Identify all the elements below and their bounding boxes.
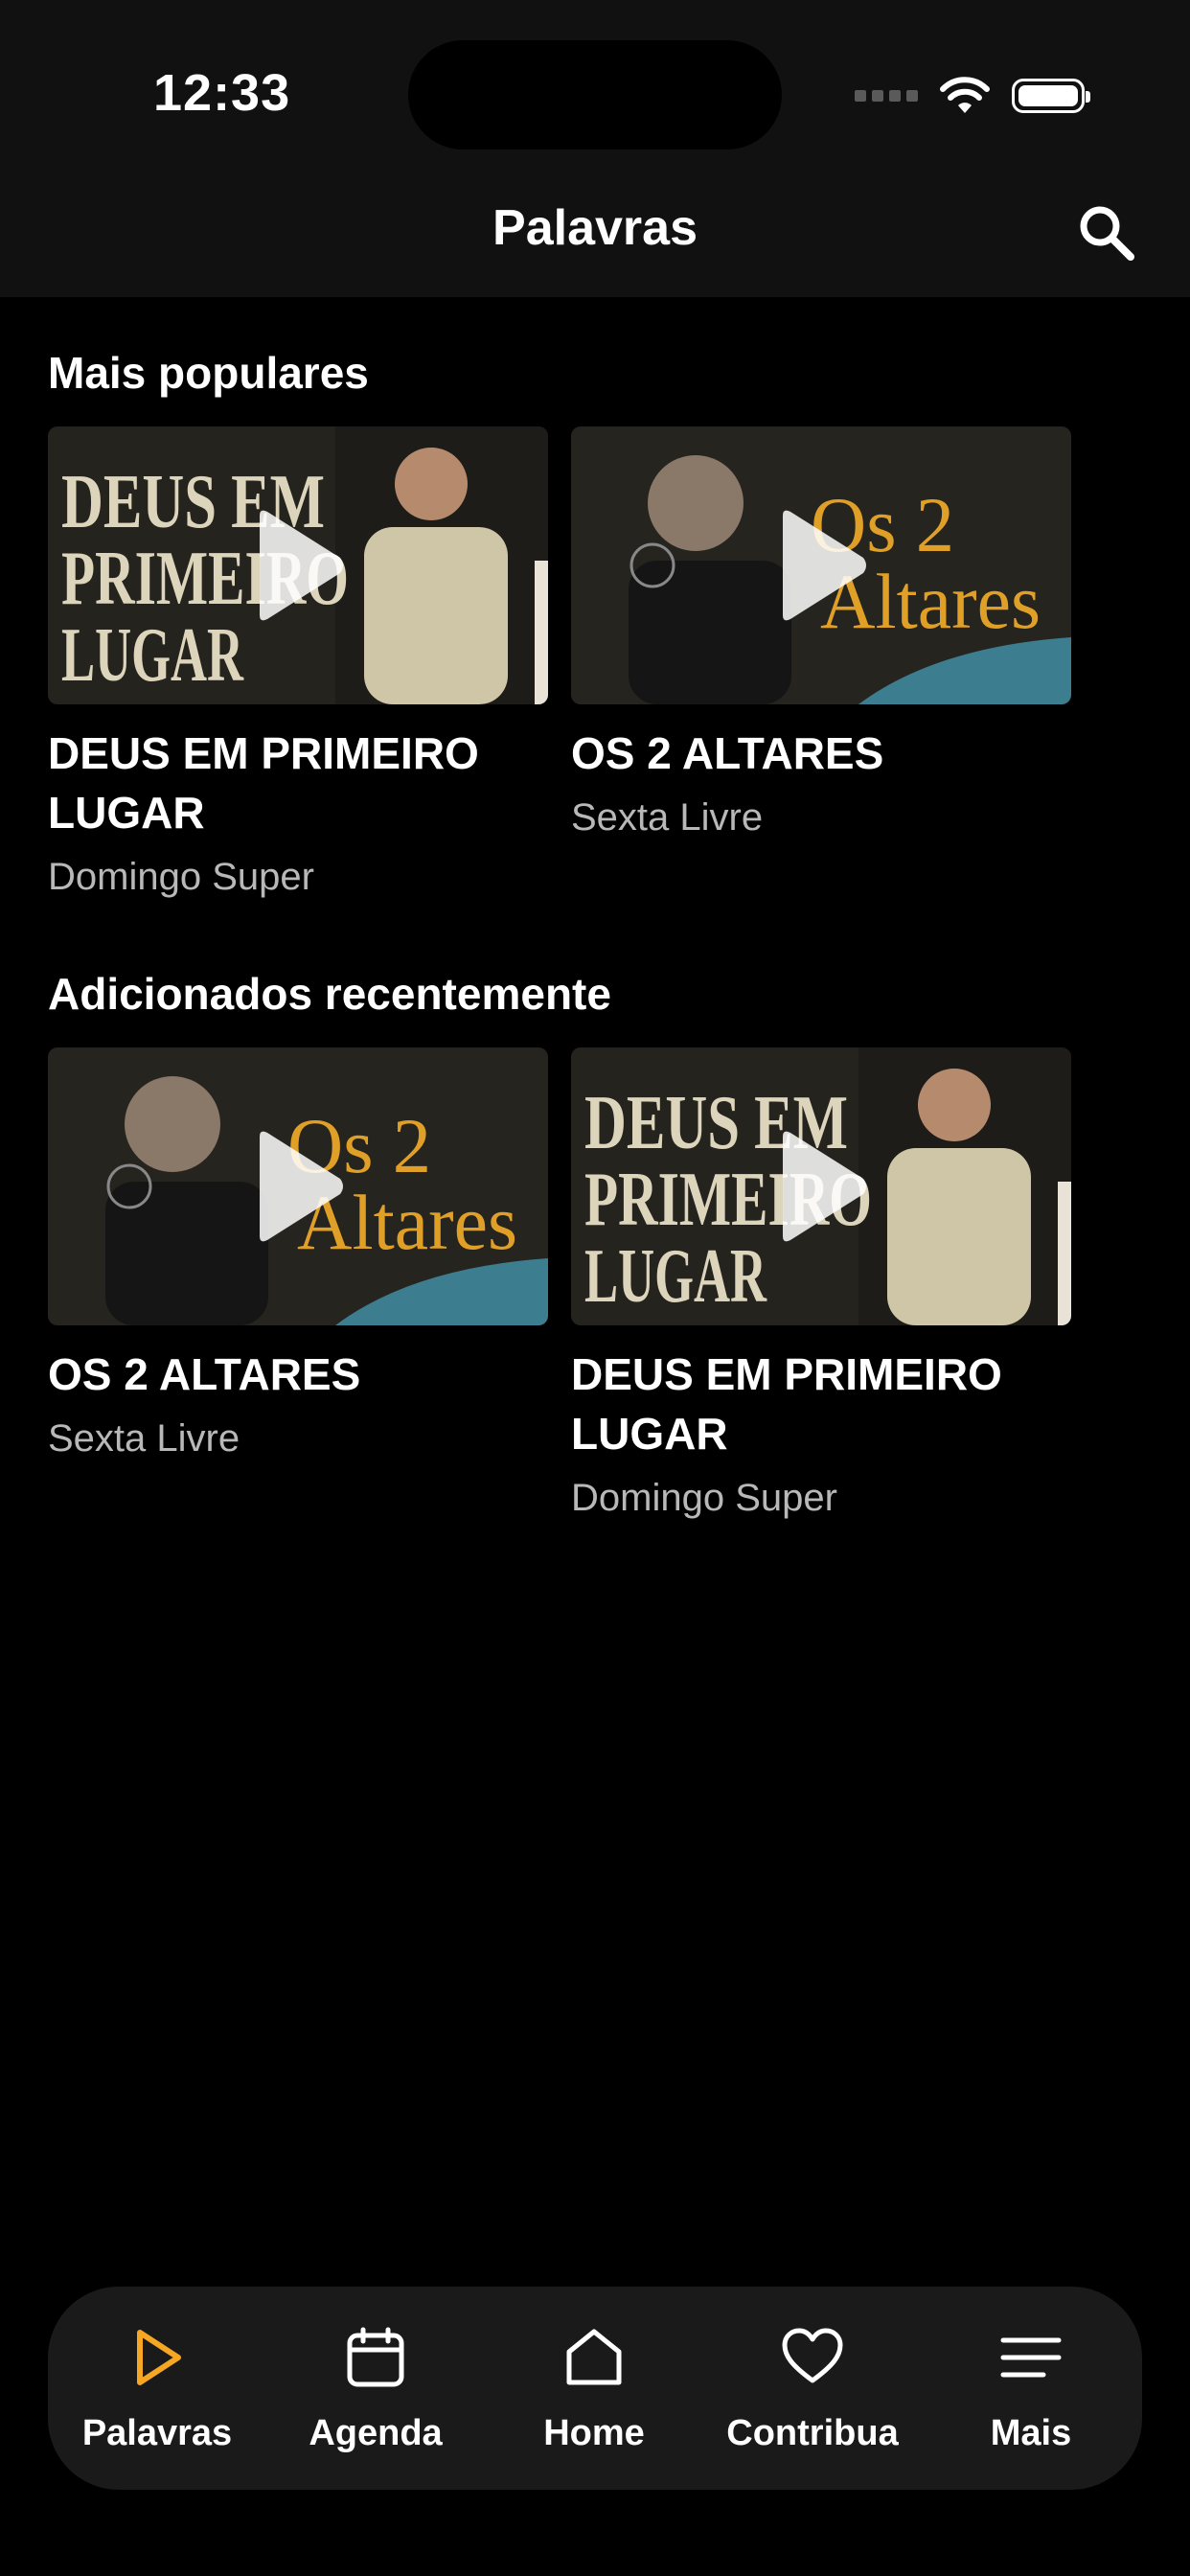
section-title-popular: Mais populares	[48, 348, 369, 398]
video-subtitle: Sexta Livre	[48, 1417, 240, 1460]
dynamic-island	[408, 40, 782, 150]
status-time: 12:33	[153, 64, 291, 122]
svg-text:LUGAR: LUGAR	[584, 1234, 767, 1319]
play-icon	[783, 1131, 866, 1242]
video-thumbnail[interactable]: Os 2 Altares	[48, 1047, 548, 1325]
tab-label: Palavras	[81, 2413, 233, 2453]
tab-bar: Palavras Agenda Home Contribua Mais	[48, 2287, 1142, 2490]
svg-text:LUGAR: LUGAR	[61, 613, 244, 698]
heart-icon	[782, 2328, 843, 2383]
video-thumbnail[interactable]: Os 2 Altares	[571, 426, 1071, 704]
tab-agenda[interactable]: Agenda	[266, 2287, 485, 2490]
video-title[interactable]: OS 2 ALTARES	[571, 724, 1071, 783]
cellular-signal-icon	[855, 90, 918, 102]
play-icon	[137, 2330, 181, 2385]
play-icon	[260, 1131, 343, 1242]
tab-home[interactable]: Home	[485, 2287, 703, 2490]
tab-mais[interactable]: Mais	[922, 2287, 1140, 2490]
video-card[interactable]: Os 2 Altares OS 2 ALTARES Sexta Livre	[571, 426, 1071, 844]
top-bar: 12:33 Palavras	[0, 0, 1190, 297]
tab-palavras[interactable]: Palavras	[48, 2287, 266, 2490]
video-subtitle: Domingo Super	[48, 856, 314, 898]
video-card[interactable]: DEUS EM PRIMEIRO LUGAR DEUS EM PRIMEIRO …	[48, 426, 548, 904]
wifi-icon	[940, 77, 990, 113]
tab-label: Mais	[990, 2413, 1072, 2453]
page-title: Palavras	[492, 200, 698, 256]
video-thumbnail[interactable]: DEUS EM PRIMEIRO LUGAR	[571, 1047, 1071, 1325]
status-icons	[855, 77, 1090, 115]
home-icon	[566, 2329, 622, 2385]
tab-label: Agenda	[309, 2413, 443, 2453]
play-icon	[260, 510, 343, 621]
video-title[interactable]: DEUS EM PRIMEIRO LUGAR	[571, 1345, 1071, 1463]
calendar-icon	[347, 2327, 404, 2387]
search-icon[interactable]	[1075, 201, 1136, 263]
video-title[interactable]: DEUS EM PRIMEIRO LUGAR	[48, 724, 548, 842]
section-title-recent: Adicionados recentemente	[48, 969, 611, 1019]
tab-contribua[interactable]: Contribua	[703, 2287, 922, 2490]
video-title[interactable]: OS 2 ALTARES	[48, 1345, 548, 1404]
menu-icon	[1000, 2337, 1062, 2378]
video-subtitle: Domingo Super	[571, 1477, 837, 1519]
battery-icon	[1012, 79, 1090, 113]
video-card[interactable]: Os 2 Altares OS 2 ALTARES Sexta Livre	[48, 1047, 548, 1465]
tab-label: Home	[543, 2413, 645, 2453]
tab-label: Contribua	[726, 2413, 899, 2453]
video-thumbnail[interactable]: DEUS EM PRIMEIRO LUGAR	[48, 426, 548, 704]
video-card[interactable]: DEUS EM PRIMEIRO LUGAR DEUS EM PRIMEIRO …	[571, 1047, 1071, 1525]
play-icon	[783, 510, 866, 621]
video-subtitle: Sexta Livre	[571, 796, 764, 839]
